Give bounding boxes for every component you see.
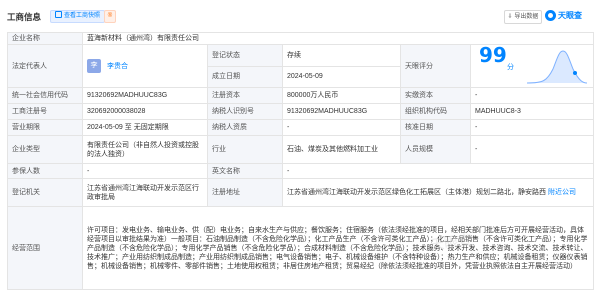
address-value: 江苏省通州湾江海联动开发示范区绿色化工拓展区（主体港）规划二路北，静安路西: [287, 189, 546, 196]
taxpayer-id-value: 91320692MADHUUC83G: [282, 103, 401, 120]
avatar[interactable]: 李: [87, 59, 101, 73]
download-icon: ⇩: [507, 14, 513, 20]
score-cell: 99 分: [469, 44, 595, 88]
insured-label: 参保人数: [7, 163, 83, 179]
view-snapshot-label: 查看工商快照: [64, 13, 101, 19]
business-info-table: 企业名称 蓝海新材料（通州湾）有限责任公司 法定代表人 李李贵合 登记状态 存续…: [7, 32, 595, 290]
reg-capital-label: 注册资本: [207, 87, 283, 104]
taxpayer-qual-value: -: [282, 119, 401, 136]
export-data-button[interactable]: ⇩ 导出数据: [504, 10, 542, 24]
company-name-label: 企业名称: [7, 32, 83, 45]
table-row: 登记机关 江苏省通州湾江海联动开发示范区行政审批局 注册地址 江苏省通州湾江海联…: [7, 178, 595, 207]
scale-value: -: [469, 135, 595, 164]
table-row: 工商注册号 320692000038028 纳税人识别号 91320692MAD…: [7, 103, 595, 120]
address-label: 注册地址: [207, 178, 283, 207]
taxpayer-id-label: 纳税人识别号: [207, 103, 283, 120]
score-widget[interactable]: 99 分: [475, 44, 589, 87]
term-label: 营业期限: [7, 119, 83, 136]
company-name: 蓝海新材料（通州湾）有限责任公司: [81, 32, 595, 45]
table-row: 经营范围 许可项目：发电业务、输电业务、供（配）电业务；自来水生产与供应；餐饮服…: [7, 206, 595, 290]
table-row: 法定代表人 李李贵合 登记状态 存续 天眼评分 99 分: [7, 44, 595, 88]
taxpayer-qual-label: 纳税人资质: [207, 119, 283, 136]
reg-capital-value: 800000万人民币: [282, 87, 401, 104]
type-value: 有限责任公司（非自然人投资或控股的法人独资）: [82, 135, 208, 164]
industry-label: 行业: [207, 135, 283, 164]
table-row: 营业期限 2024-05-09 至 无固定期限 纳税人资质 - 核准日期 -: [7, 119, 595, 136]
credit-code-value: 91320692MADHUUC83G: [82, 87, 208, 104]
table-row: 参保人数 - 英文名称 -: [7, 163, 595, 179]
score-label: 天眼评分: [400, 44, 471, 88]
section-title: 工商信息: [7, 12, 42, 22]
eye-logo-icon: [545, 10, 556, 21]
status-value: 存续: [282, 44, 401, 67]
org-code-value: MADHUUC8-3: [469, 103, 595, 120]
table-row: 企业名称 蓝海新材料（通州湾）有限责任公司: [7, 32, 595, 45]
scale-label: 人员规模: [400, 135, 471, 164]
authority-value: 江苏省通州湾江海联动开发示范区行政审批局: [82, 178, 208, 207]
industry-value: 石油、煤炭及其他燃料加工业: [282, 135, 401, 164]
score-unit: 分: [507, 64, 514, 71]
score-number: 99: [479, 44, 507, 67]
table-row: 企业类型 有限责任公司（非自然人投资或控股的法人独资） 行业 石油、煤炭及其他燃…: [7, 135, 595, 164]
status-label: 登记状态: [207, 44, 283, 67]
eng-name-label: 英文名称: [207, 163, 283, 179]
founded-label: 成立日期: [207, 65, 283, 88]
reg-no-value: 320692000038028: [82, 103, 208, 120]
term-value: 2024-05-09 至 无固定期限: [82, 119, 208, 136]
legal-rep-cell: 李李贵合: [82, 44, 208, 88]
paid-capital-label: 实缴资本: [400, 87, 471, 104]
brand-name: 天眼查: [558, 11, 582, 20]
address-cell: 江苏省通州湾江海联动开发示范区绿色化工拓展区（主体港）规划二路北，静安路西 附近…: [281, 178, 595, 207]
flag-badge[interactable]: ®: [104, 10, 116, 23]
org-code-label: 组织机构代码: [400, 103, 471, 120]
reg-no-label: 工商注册号: [7, 103, 83, 120]
credit-code-label: 统一社会信用代码: [7, 87, 83, 104]
approval-label: 核准日期: [400, 119, 471, 136]
document-icon: [55, 11, 62, 18]
brand-logo: 天眼查: [545, 10, 582, 23]
type-label: 企业类型: [7, 135, 83, 164]
founded-value: 2024-05-09: [282, 65, 401, 88]
export-data-label: 导出数据: [514, 14, 539, 20]
nearby-companies-link[interactable]: 附近公司: [548, 189, 576, 196]
scope-label: 经营范围: [7, 206, 83, 290]
authority-label: 登记机关: [7, 178, 83, 207]
insured-value: -: [82, 163, 208, 179]
table-row: 统一社会信用代码 91320692MADHUUC83G 注册资本 800000万…: [7, 87, 595, 104]
header-bar: 工商信息 查看工商快照 ® ⇩ 导出数据 天眼查: [0, 0, 600, 32]
score-curve-icon: [526, 50, 588, 84]
paid-capital-value: -: [469, 87, 595, 104]
legal-rep-label: 法定代表人: [7, 44, 83, 88]
legal-rep-link[interactable]: 李贵合: [107, 63, 128, 70]
approval-value: -: [469, 119, 595, 136]
view-snapshot-button[interactable]: 查看工商快照: [50, 10, 106, 23]
eng-name-value: -: [281, 163, 595, 179]
scope-value: 许可项目：发电业务、输电业务、供（配）电业务；自来水生产与供应；餐饮服务；住宿服…: [81, 206, 595, 290]
